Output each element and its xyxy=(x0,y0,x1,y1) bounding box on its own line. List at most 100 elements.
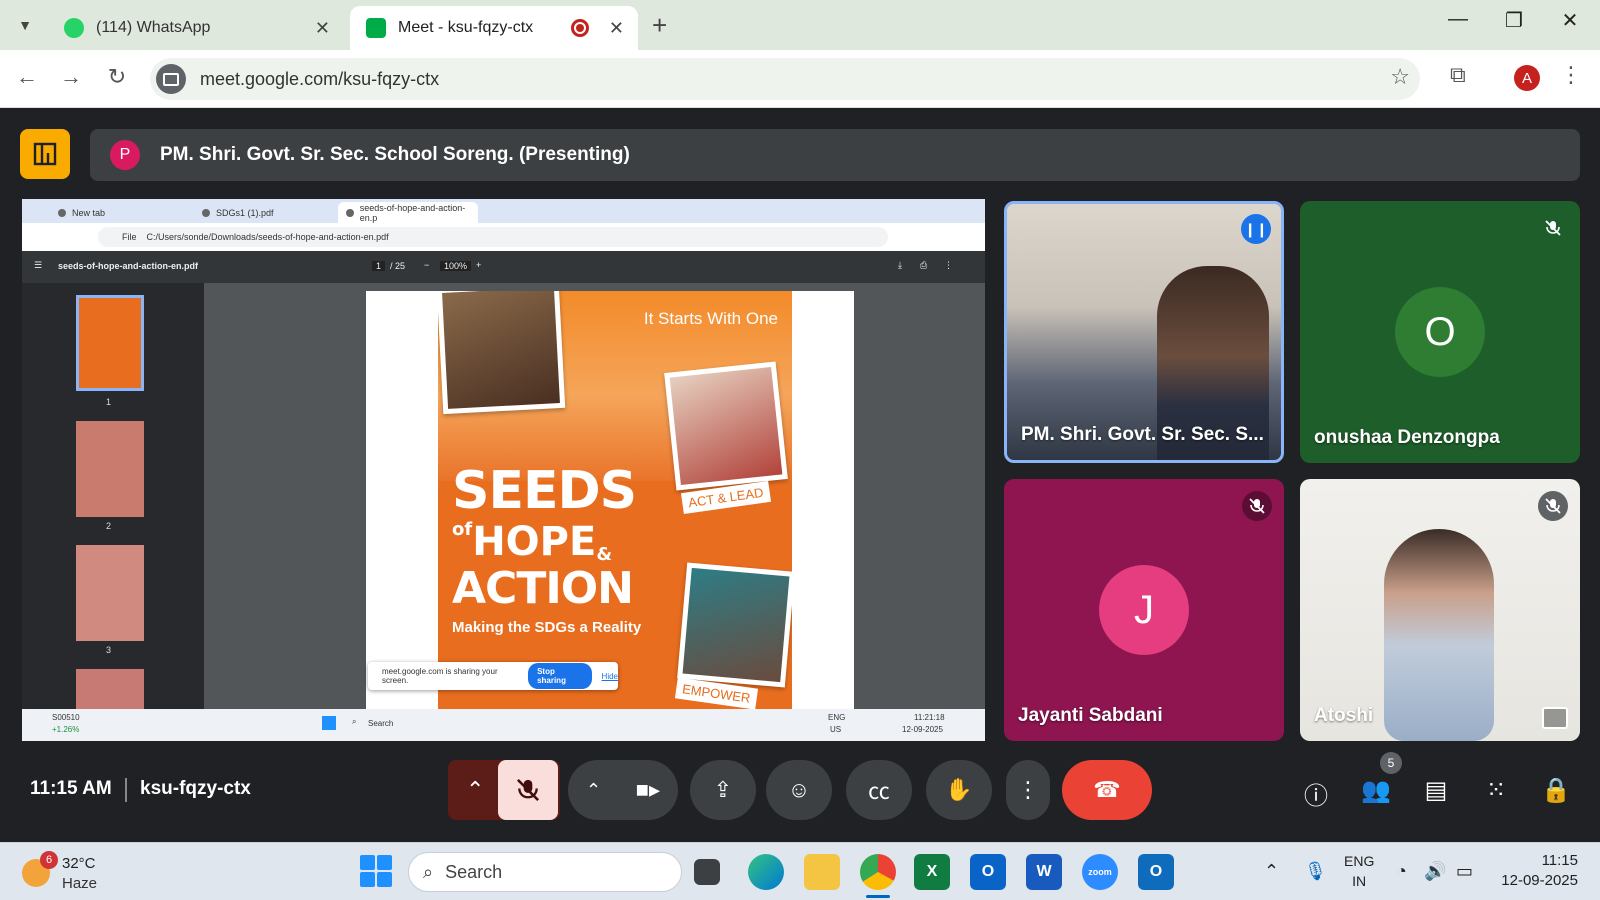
shared-search: Search xyxy=(368,719,394,728)
tab-close-icon[interactable]: ✕ xyxy=(315,18,330,39)
share-notice-text: meet.google.com is sharing your screen. xyxy=(382,667,498,685)
shared-url-box: File C:/Users/sonde/Downloads/seeds-of-h… xyxy=(98,227,888,247)
cover-title-action: ACTION xyxy=(452,563,634,614)
forward-arrow-icon[interactable]: → xyxy=(56,64,86,90)
outlook-icon[interactable]: O xyxy=(970,854,1006,890)
recording-icon xyxy=(570,19,589,37)
windows-start-icon[interactable] xyxy=(360,855,392,887)
word-icon[interactable]: W xyxy=(1026,854,1062,890)
presenting-banner: P PM. Shri. Govt. Sr. Sec. School Soreng… xyxy=(90,129,1580,181)
book-cover: It Starts With One ACT & LEAD SEEDS ofHO… xyxy=(438,291,792,709)
pdf-thumb-3 xyxy=(76,545,144,641)
mic-off-icon xyxy=(1242,491,1272,521)
restore-icon[interactable]: ❐ xyxy=(1494,8,1534,33)
weather-condition: Haze xyxy=(62,875,98,892)
meet-layout-icon[interactable] xyxy=(20,129,70,179)
edge-icon[interactable] xyxy=(748,854,784,890)
minimize-icon[interactable]: — xyxy=(1438,8,1478,31)
pdf-page: It Starts With One ACT & LEAD SEEDS ofHO… xyxy=(366,291,854,709)
reactions-button[interactable]: ☺ xyxy=(766,760,832,820)
present-screen-button[interactable]: ⇪ xyxy=(690,760,756,820)
task-view-icon[interactable] xyxy=(694,859,720,885)
window-close-icon[interactable]: ✕ xyxy=(1550,8,1590,33)
divider xyxy=(125,778,127,802)
shared-search-icon: ⌕ xyxy=(352,717,357,726)
tab-whatsapp[interactable]: (114) WhatsApp ✕ xyxy=(48,6,344,50)
participant-tile-onushaa[interactable]: O onushaa Denzongpa xyxy=(1300,201,1580,463)
globe-icon xyxy=(58,208,66,217)
camera-button[interactable]: ⌃ ■▸ xyxy=(568,760,678,820)
taskbar-search[interactable]: ⌕ Search xyxy=(408,852,682,892)
meeting-info-icon[interactable]: ⓘ xyxy=(1298,776,1334,811)
pdf-zoom: 100% xyxy=(440,261,472,271)
captions-button[interactable]: ㏄ xyxy=(846,760,912,820)
address-bar[interactable]: meet.google.com/ksu-fqzy-ctx ☆ xyxy=(150,58,1420,100)
shared-url: C:/Users/sonde/Downloads/seeds-of-hope-a… xyxy=(146,232,389,242)
clock-date[interactable]: 11:15 12-09-2025 xyxy=(1496,851,1578,891)
activities-icon[interactable]: ⁙ xyxy=(1478,776,1514,805)
cover-subtitle: Making the SDGs a Reality xyxy=(452,619,642,636)
browser-toolbar: ← → ↻ meet.google.com/ksu-fqzy-ctx ☆ ⧉ A… xyxy=(0,50,1600,108)
video-silhouette xyxy=(1384,529,1494,741)
chrome-icon[interactable] xyxy=(860,854,896,890)
cover-amp: & xyxy=(596,544,613,565)
reload-icon[interactable]: ↻ xyxy=(102,64,132,90)
pdf-download-icon: ⤓ xyxy=(898,260,902,270)
shared-date: 12-09-2025 xyxy=(902,725,943,734)
chevron-up-icon[interactable]: ⌃ xyxy=(586,780,601,801)
search-icon: ⌕ xyxy=(423,861,434,882)
battery-icon[interactable]: ▭ xyxy=(1456,861,1473,882)
weather-badge: 6 xyxy=(40,851,58,869)
shared-stock-change: +1.26% xyxy=(52,725,80,734)
participant-tile-atoshi[interactable]: Atoshi xyxy=(1300,479,1580,741)
profile-avatar[interactable]: A xyxy=(1514,65,1540,91)
participant-tile-jayanti[interactable]: J Jayanti Sabdani xyxy=(1004,479,1284,741)
outlook-new-icon[interactable]: O xyxy=(1138,854,1174,890)
camera-icon: ■▸ xyxy=(635,777,660,802)
pdf-viewport: It Starts With One ACT & LEAD SEEDS ofHO… xyxy=(204,283,985,709)
pdf-thumb-2 xyxy=(76,421,144,517)
participant-tile-school[interactable]: ❙❙ PM. Shri. Govt. Sr. Sec. S... xyxy=(1004,201,1284,463)
shared-address-bar: File C:/Users/sonde/Downloads/seeds-of-h… xyxy=(22,223,985,251)
cover-of: of xyxy=(452,519,473,540)
mic-off-icon xyxy=(1538,491,1568,521)
pdf-zoom-in-icon: + xyxy=(476,260,482,270)
picture-in-picture-icon[interactable] xyxy=(1542,707,1568,729)
back-arrow-icon[interactable]: ← xyxy=(12,64,42,90)
speaking-icon: ❙❙ xyxy=(1241,214,1271,244)
more-options-button[interactable]: ⋮ xyxy=(1006,760,1050,820)
bookmark-star-icon[interactable]: ☆ xyxy=(1390,64,1410,90)
tab-meet[interactable]: Meet - ksu-fqzy-ctx ✕ xyxy=(350,6,638,50)
extensions-puzzle-icon[interactable]: ⧉ xyxy=(1450,62,1466,88)
tab-search-chevron-icon[interactable]: ▼ xyxy=(8,8,42,42)
participant-name: Jayanti Sabdani xyxy=(1018,705,1163,726)
cover-title-seeds: SEEDS xyxy=(452,461,637,521)
wifi-icon[interactable]: ◔ xyxy=(1396,861,1407,882)
people-icon[interactable]: 👥 xyxy=(1358,776,1394,805)
pdf-zoom-out-icon: − xyxy=(424,260,430,270)
site-info-icon[interactable] xyxy=(156,64,186,94)
cover-hope: HOPE xyxy=(472,519,597,565)
leave-call-button[interactable]: ☎ xyxy=(1062,760,1152,820)
participant-name: Atoshi xyxy=(1314,705,1374,726)
language-indicator[interactable]: ENG IN xyxy=(1344,851,1374,891)
excel-icon[interactable]: X xyxy=(914,854,950,890)
host-controls-icon[interactable]: 🔒 xyxy=(1538,776,1574,805)
cover-photo-crowd xyxy=(664,361,788,491)
browser-menu-icon[interactable]: ⋮ xyxy=(1560,62,1582,88)
new-tab-plus-icon[interactable]: + xyxy=(652,10,667,41)
thumb-number: 2 xyxy=(106,521,112,531)
thumb-number: 3 xyxy=(106,645,112,655)
mic-toggle-button[interactable] xyxy=(498,760,558,820)
zoom-icon[interactable]: zoom xyxy=(1082,854,1118,890)
file-explorer-icon[interactable] xyxy=(804,854,840,890)
volume-icon[interactable]: 🔊 xyxy=(1424,861,1446,882)
tab-close-icon[interactable]: ✕ xyxy=(609,18,624,39)
shared-tab: SDGs1 (1).pdf xyxy=(194,202,332,223)
show-hidden-icons-chevron-icon[interactable]: ⌃ xyxy=(1264,861,1279,882)
chat-icon[interactable]: ▤ xyxy=(1418,776,1454,805)
weather-temp: 32°C xyxy=(62,855,96,872)
clock-date-text: 12-09-2025 xyxy=(1501,872,1578,889)
microphone-icon[interactable]: 🎙 xyxy=(1304,861,1327,882)
raise-hand-button[interactable]: ✋ xyxy=(926,760,992,820)
